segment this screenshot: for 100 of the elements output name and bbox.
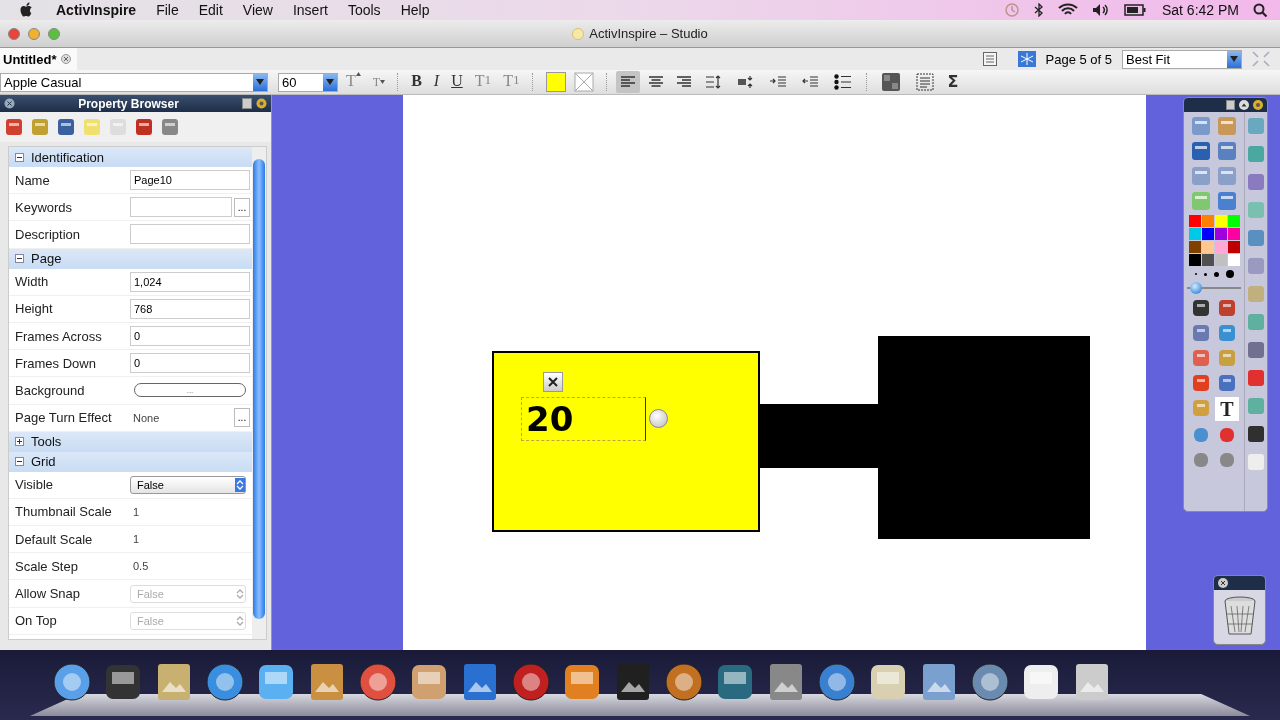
text-object[interactable]: 20 <box>521 397 646 441</box>
color-swatch[interactable] <box>1214 215 1227 227</box>
spacing-icon[interactable] <box>737 75 754 89</box>
zoom-button[interactable] <box>48 27 60 40</box>
property-field[interactable]: Page10 <box>130 170 250 191</box>
page-list-icon[interactable] <box>981 51 998 67</box>
pen-width-dot[interactable] <box>1225 270 1234 278</box>
pin-icon[interactable] <box>1253 100 1263 110</box>
tool-icon[interactable] <box>1190 140 1212 162</box>
property-field[interactable] <box>130 197 232 218</box>
color-swatch[interactable] <box>1227 215 1240 227</box>
page-icon[interactable] <box>242 98 252 109</box>
scrollbar[interactable] <box>252 147 266 639</box>
trash-can-icon[interactable] <box>1222 596 1257 636</box>
equation-button[interactable]: Σ <box>943 72 963 92</box>
menu-item[interactable]: File <box>156 2 179 18</box>
property-select[interactable]: False <box>130 475 246 494</box>
no-fill-icon[interactable] <box>573 72 594 92</box>
pen-width-dot[interactable] <box>1203 272 1207 276</box>
property-field[interactable]: 768 <box>130 298 250 319</box>
property-field[interactable]: 0 <box>130 353 250 374</box>
text-style-button[interactable]: B <box>407 72 426 92</box>
font-dropdown[interactable]: Apple Casual <box>0 72 268 92</box>
property-field[interactable]: 0 <box>130 326 250 347</box>
pin-icon[interactable] <box>256 98 267 109</box>
text-box-icon[interactable] <box>915 73 934 91</box>
dock-app-icon[interactable] <box>715 662 755 702</box>
color-swatch[interactable] <box>1214 254 1227 266</box>
dock-app-icon[interactable] <box>358 662 398 702</box>
more-button[interactable]: ... <box>234 197 250 217</box>
collapse-icon[interactable] <box>15 457 24 467</box>
property-field[interactable]: 1,024 <box>130 271 250 292</box>
dock-app-icon[interactable] <box>52 662 92 702</box>
line-spacing-icon[interactable] <box>705 75 722 89</box>
close-handle[interactable] <box>543 372 563 392</box>
text-style-button[interactable]: I <box>429 72 444 92</box>
search-icon[interactable] <box>1253 2 1268 18</box>
color-swatch[interactable] <box>1227 254 1240 266</box>
dock-app-icon[interactable] <box>103 662 143 702</box>
indent-icon[interactable] <box>769 75 786 89</box>
dock-app-icon[interactable] <box>1021 662 1061 702</box>
color-swatch[interactable] <box>1227 241 1240 253</box>
color-swatch[interactable] <box>1201 228 1214 240</box>
section-header[interactable]: Tools <box>9 431 252 452</box>
color-swatch[interactable] <box>1214 241 1227 253</box>
font-size-dropdown[interactable]: 60 <box>278 72 338 92</box>
color-swatch[interactable] <box>1188 254 1201 266</box>
browser-tab-icon[interactable] <box>55 116 77 138</box>
pen-width-dot[interactable] <box>1213 271 1219 277</box>
close-button[interactable] <box>8 27 20 40</box>
text-tool-button[interactable]: T <box>1215 397 1239 421</box>
dock-app-icon[interactable] <box>409 662 449 702</box>
dock-app-icon[interactable] <box>664 662 704 702</box>
color-swatch[interactable] <box>1188 241 1201 253</box>
zoom-dropdown[interactable]: Best Fit <box>1122 49 1242 69</box>
dock-app-icon[interactable] <box>970 662 1010 702</box>
dock-app-icon[interactable] <box>256 662 296 702</box>
menu-item[interactable]: Edit <box>198 2 223 18</box>
browser-tab-icon[interactable] <box>159 116 181 138</box>
text-style-button[interactable]: U <box>447 72 467 92</box>
minimize-button[interactable] <box>28 27 40 40</box>
apple-icon[interactable] <box>20 2 34 18</box>
browser-tab-icon[interactable] <box>3 116 25 138</box>
menu-item[interactable]: Insert <box>292 2 328 18</box>
snowflake-icon[interactable] <box>1017 51 1036 67</box>
collapse-icon[interactable] <box>15 254 24 264</box>
section-header[interactable]: Grid <box>9 451 252 472</box>
close-icon[interactable] <box>4 98 15 109</box>
page-icon[interactable] <box>1226 100 1235 110</box>
dock-app-icon[interactable] <box>562 662 602 702</box>
collapse-icon[interactable] <box>1239 100 1249 110</box>
background-button[interactable]: ... <box>134 383 246 398</box>
color-swatch[interactable] <box>1227 228 1240 240</box>
menu-item[interactable]: Help <box>400 2 430 18</box>
color-swatch[interactable] <box>1188 215 1201 227</box>
volume-icon[interactable] <box>1091 3 1110 17</box>
rectangle-shape[interactable] <box>492 351 760 532</box>
wifi-icon[interactable] <box>1057 3 1078 17</box>
document-tab[interactable]: Untitled* <box>0 48 78 70</box>
menu-item[interactable]: View <box>242 2 273 18</box>
section-header[interactable]: Identification <box>9 147 252 167</box>
dock-app-icon[interactable] <box>205 662 245 702</box>
outdent-icon[interactable] <box>801 75 818 89</box>
browser-tab-icon[interactable] <box>133 116 155 138</box>
color-swatch[interactable] <box>1201 254 1214 266</box>
expand-icon[interactable] <box>15 437 24 447</box>
close-icon[interactable] <box>1218 578 1228 588</box>
color-swatch[interactable] <box>1201 241 1214 253</box>
app-menu[interactable]: ActivInspire <box>56 2 137 18</box>
dock-app-icon[interactable] <box>511 662 551 702</box>
tool-icon[interactable] <box>1246 423 1266 445</box>
menu-clock[interactable]: Sat 6:42 PM <box>1161 2 1239 18</box>
dock-app-icon[interactable] <box>817 662 857 702</box>
more-button[interactable]: ... <box>234 408 250 428</box>
color-swatch[interactable] <box>1201 215 1214 227</box>
color-swatch[interactable] <box>1214 228 1227 240</box>
fill-color-swatch[interactable] <box>545 72 566 92</box>
section-header[interactable]: Page <box>9 248 252 269</box>
property-field[interactable] <box>130 224 250 245</box>
bullet-list-icon[interactable] <box>833 74 852 90</box>
